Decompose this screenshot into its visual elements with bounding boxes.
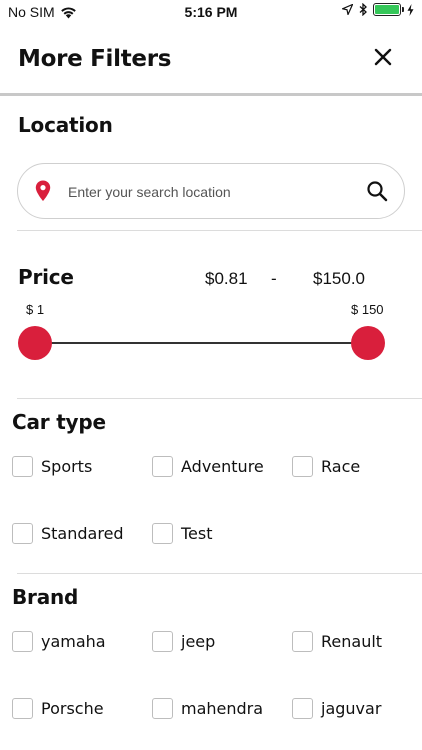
location-search-input[interactable] xyxy=(68,181,358,203)
car-type-title: Car type xyxy=(12,410,106,434)
status-right-icons xyxy=(342,3,414,16)
brand-title: Brand xyxy=(12,585,79,609)
status-bar: No SIM 5:16 PM xyxy=(0,0,422,24)
checkbox[interactable] xyxy=(12,698,33,719)
checkbox-label: jaguvar xyxy=(321,699,382,718)
checkbox-label: Sports xyxy=(41,457,93,476)
close-button[interactable] xyxy=(372,46,394,68)
brand-checkbox-yamaha[interactable]: yamaha xyxy=(12,631,106,652)
checkbox-label: Standared xyxy=(41,524,124,543)
price-slider-track[interactable] xyxy=(35,342,368,344)
checkbox[interactable] xyxy=(152,523,173,544)
page-title: More Filters xyxy=(18,46,172,72)
checkbox-label: Renault xyxy=(321,632,383,651)
car-type-checkbox-adventure[interactable]: Adventure xyxy=(152,456,264,477)
bluetooth-icon xyxy=(359,3,367,16)
checkbox[interactable] xyxy=(152,698,173,719)
car-type-checkbox-sports[interactable]: Sports xyxy=(12,456,92,477)
car-type-checkbox-standared[interactable]: Standared xyxy=(12,523,124,544)
price-max-value: $150.0 xyxy=(313,269,365,288)
brand-checkbox-renault[interactable]: Renault xyxy=(292,631,382,652)
checkbox-label: Race xyxy=(321,457,361,476)
range-max-label: $ 150 xyxy=(351,302,384,317)
price-slider-max-thumb[interactable] xyxy=(351,326,385,360)
brand-checkbox-jeep[interactable]: jeep xyxy=(152,631,215,652)
checkbox[interactable] xyxy=(152,456,173,477)
checkbox[interactable] xyxy=(292,698,313,719)
section-divider xyxy=(17,398,422,399)
close-icon xyxy=(374,48,392,66)
car-type-checkbox-test[interactable]: Test xyxy=(152,523,213,544)
location-arrow-icon xyxy=(342,4,353,15)
checkbox[interactable] xyxy=(292,631,313,652)
checkbox-label: jeep xyxy=(181,632,216,651)
checkbox-label: Test xyxy=(181,524,213,543)
checkbox[interactable] xyxy=(12,523,33,544)
brand-checkbox-porsche[interactable]: Porsche xyxy=(12,698,104,719)
brand-checkbox-mahendra[interactable]: mahendra xyxy=(152,698,263,719)
price-separator: - xyxy=(271,269,277,288)
search-icon[interactable] xyxy=(366,180,388,202)
brand-checkbox-jaguvar[interactable]: jaguvar xyxy=(292,698,381,719)
checkbox[interactable] xyxy=(292,456,313,477)
map-pin-icon xyxy=(35,180,51,201)
checkbox[interactable] xyxy=(152,631,173,652)
range-min-label: $ 1 xyxy=(26,302,45,317)
section-divider xyxy=(17,573,422,574)
checkbox-label: Adventure xyxy=(181,457,264,476)
checkbox-label: mahendra xyxy=(181,699,264,718)
charging-bolt-icon xyxy=(407,3,414,16)
price-title: Price xyxy=(18,265,74,289)
section-divider xyxy=(17,230,422,231)
battery-icon xyxy=(373,3,404,16)
checkbox-label: yamaha xyxy=(41,632,106,651)
header-divider xyxy=(0,93,422,96)
location-search-box[interactable] xyxy=(17,163,405,219)
price-min-value: $0.81 xyxy=(205,269,248,288)
checkbox-label: Porsche xyxy=(41,699,104,718)
header: More Filters xyxy=(0,24,422,94)
car-type-checkbox-race[interactable]: Race xyxy=(292,456,360,477)
checkbox[interactable] xyxy=(12,456,33,477)
checkbox[interactable] xyxy=(12,631,33,652)
price-slider-min-thumb[interactable] xyxy=(18,326,52,360)
location-title: Location xyxy=(18,113,113,137)
